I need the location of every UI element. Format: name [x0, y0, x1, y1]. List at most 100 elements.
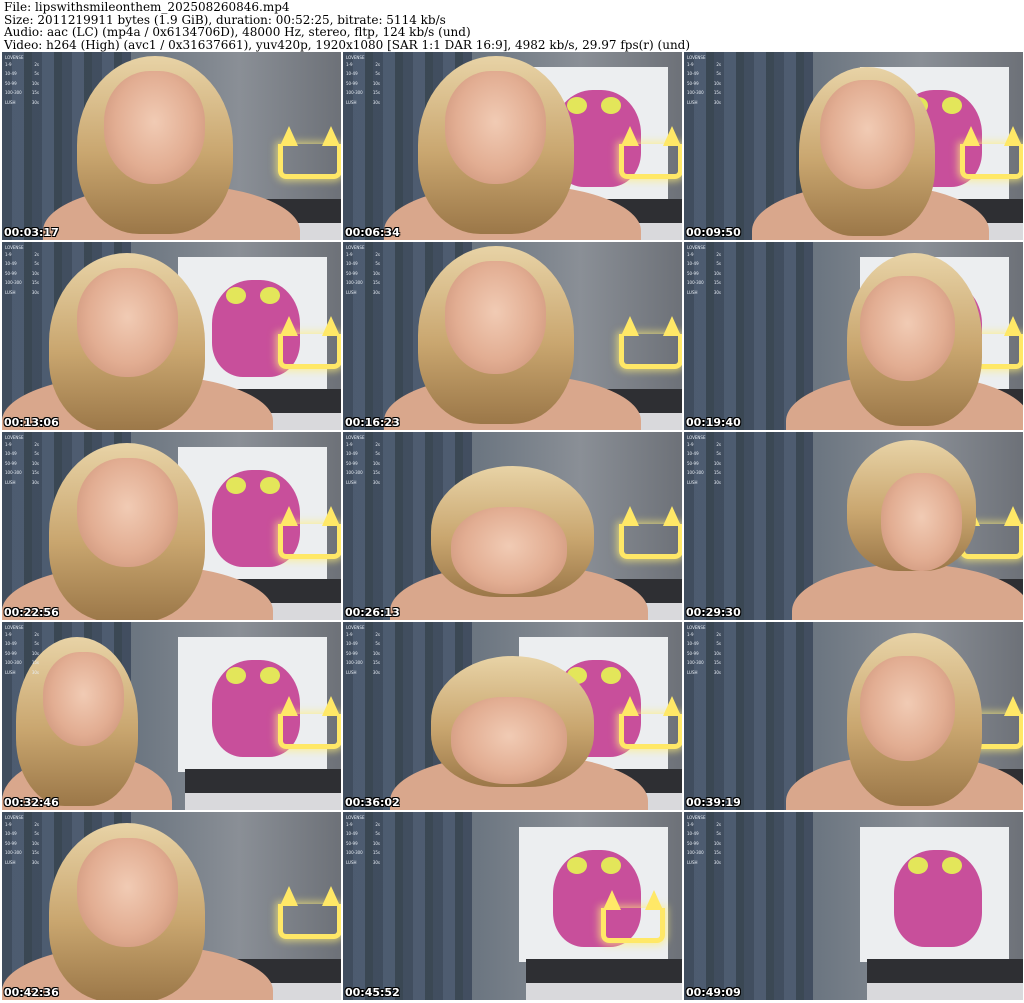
overlay-row: 10-49 5s	[5, 261, 39, 270]
overlay-duration: 15s	[372, 90, 380, 96]
overlay-title: LOVENSE	[687, 815, 706, 820]
overlay-row: LUSH 30s	[346, 480, 380, 489]
overlay-row: 10-49 5s	[5, 71, 39, 80]
overlay-row: LUSH 30s	[687, 860, 721, 869]
overlay-title: LOVENSE	[346, 55, 365, 60]
overlay-range: 10-49	[5, 831, 17, 837]
overlay-row: 10-49 5s	[687, 641, 721, 650]
overlay-duration: 10s	[372, 650, 380, 656]
overlay-row: LUSH 30s	[687, 480, 721, 489]
overlay-row: LUSH 30s	[5, 290, 39, 299]
overlay-range: 10-49	[687, 451, 699, 457]
thumbnail-timestamp: 00:06:34	[345, 226, 400, 239]
overlay-range: 100-300	[5, 470, 22, 476]
person-face	[860, 655, 956, 762]
overlay-row: LUSH 30s	[5, 100, 39, 109]
overlay-duration: 10s	[372, 840, 380, 846]
cartoon-eye	[941, 857, 962, 875]
overlay-row: 50-99 10s	[687, 271, 721, 280]
neon-crown-sign	[278, 506, 341, 559]
tip-menu-overlay: LOVENSE 1-9 2s 10-49 5s 50-99 10s 100-300 15s LUS…	[687, 815, 721, 869]
overlay-duration: 2s	[716, 62, 721, 67]
overlay-range: 100-300	[687, 660, 704, 666]
overlay-duration: 30s	[713, 859, 721, 865]
overlay-duration: 10s	[713, 650, 721, 656]
overlay-duration: 15s	[713, 850, 721, 856]
overlay-row: LUSH 30s	[687, 670, 721, 679]
overlay-duration: 10s	[31, 270, 39, 276]
video-thumbnail: LOVENSE 1-9 2s 10-49 5s 50-99 10s 100-300 15s LUS…	[343, 242, 682, 430]
tip-menu-overlay: LOVENSE 1-9 2s 10-49 5s 50-99 10s 100-300 15s LUS…	[346, 435, 380, 489]
video-thumbnail: LOVENSE 1-9 2s 10-49 5s 50-99 10s 100-300 15s LUS…	[684, 52, 1023, 240]
overlay-range: 1-9	[346, 822, 353, 827]
neon-crown-sign	[619, 506, 682, 559]
cartoon-eye	[225, 667, 247, 685]
overlay-range: 1-9	[5, 252, 12, 257]
overlay-range: 50-99	[5, 270, 17, 276]
overlay-row: 1-9 2s	[346, 442, 380, 451]
bed-sheet	[867, 983, 1023, 1000]
overlay-range: 50-99	[346, 650, 358, 656]
overlay-duration: 2s	[716, 442, 721, 447]
overlay-row: 1-9 2s	[5, 252, 39, 261]
overlay-range: 1-9	[687, 822, 694, 827]
overlay-duration: 30s	[31, 859, 39, 865]
neon-crown-sign	[278, 316, 341, 369]
overlay-row: 10-49 5s	[687, 261, 721, 270]
overlay-row: 1-9 2s	[346, 62, 380, 71]
overlay-duration: 5s	[34, 641, 39, 647]
overlay-row: 10-49 5s	[346, 641, 380, 650]
cartoon-eye	[225, 477, 247, 495]
overlay-range: LUSH	[5, 669, 16, 675]
overlay-range: 100-300	[5, 850, 22, 856]
overlay-range: 100-300	[687, 850, 704, 856]
cartoon-eye	[600, 857, 621, 875]
overlay-row: LUSH 30s	[346, 670, 380, 679]
overlay-duration: 30s	[713, 669, 721, 675]
thumbnail-timestamp: 00:19:40	[686, 416, 741, 429]
overlay-row: 10-49 5s	[5, 451, 39, 460]
overlay-range: LUSH	[687, 859, 698, 865]
overlay-duration: 15s	[372, 280, 380, 286]
overlay-range: 100-300	[687, 470, 704, 476]
tip-menu-overlay: LOVENSE 1-9 2s 10-49 5s 50-99 10s 100-300 15s LUS…	[5, 245, 39, 299]
overlay-row: LUSH 30s	[346, 100, 380, 109]
person-face	[451, 697, 567, 784]
thumbnail-timestamp: 00:42:36	[4, 986, 59, 999]
tip-menu-overlay: LOVENSE 1-9 2s 10-49 5s 50-99 10s 100-300 15s LUS…	[346, 815, 380, 869]
thumbnail-timestamp: 00:22:56	[4, 606, 59, 619]
overlay-row: 1-9 2s	[5, 442, 39, 451]
overlay-row: 10-49 5s	[346, 451, 380, 460]
overlay-duration: 5s	[34, 831, 39, 837]
overlay-row: 50-99 10s	[687, 81, 721, 90]
cartoon-eye	[259, 287, 280, 305]
overlay-title: LOVENSE	[687, 625, 706, 630]
overlay-title: LOVENSE	[687, 245, 706, 250]
overlay-duration: 30s	[713, 479, 721, 485]
overlay-row: 50-99 10s	[346, 271, 380, 280]
thumbnail-timestamp: 00:45:52	[345, 986, 400, 999]
person-face	[76, 838, 179, 948]
overlay-duration: 2s	[716, 252, 721, 257]
overlay-duration: 5s	[716, 71, 721, 77]
overlay-range: LUSH	[346, 289, 357, 295]
thumbnail-grid: LOVENSE 1-9 2s 10-49 5s 50-99 10s 100-300 15s LUS…	[0, 52, 1024, 1003]
overlay-duration: 10s	[31, 650, 39, 656]
overlay-range: 1-9	[346, 252, 353, 257]
overlay-range: 100-300	[5, 280, 22, 286]
overlay-duration: 2s	[375, 62, 380, 67]
video-thumbnail: LOVENSE 1-9 2s 10-49 5s 50-99 10s 100-300 15s LUS…	[343, 432, 682, 620]
overlay-duration: 15s	[372, 850, 380, 856]
overlay-range: LUSH	[687, 99, 698, 105]
overlay-row: LUSH 30s	[687, 290, 721, 299]
overlay-row: 10-49 5s	[687, 831, 721, 840]
overlay-duration: 5s	[375, 831, 380, 837]
overlay-range: 100-300	[687, 280, 704, 286]
overlay-row: 100-300 15s	[346, 660, 380, 669]
overlay-range: 1-9	[346, 442, 353, 447]
overlay-row: LUSH 30s	[346, 860, 380, 869]
overlay-duration: 10s	[372, 80, 380, 86]
person-face	[860, 275, 956, 382]
overlay-range: 100-300	[346, 280, 363, 286]
overlay-range: 1-9	[5, 632, 12, 637]
